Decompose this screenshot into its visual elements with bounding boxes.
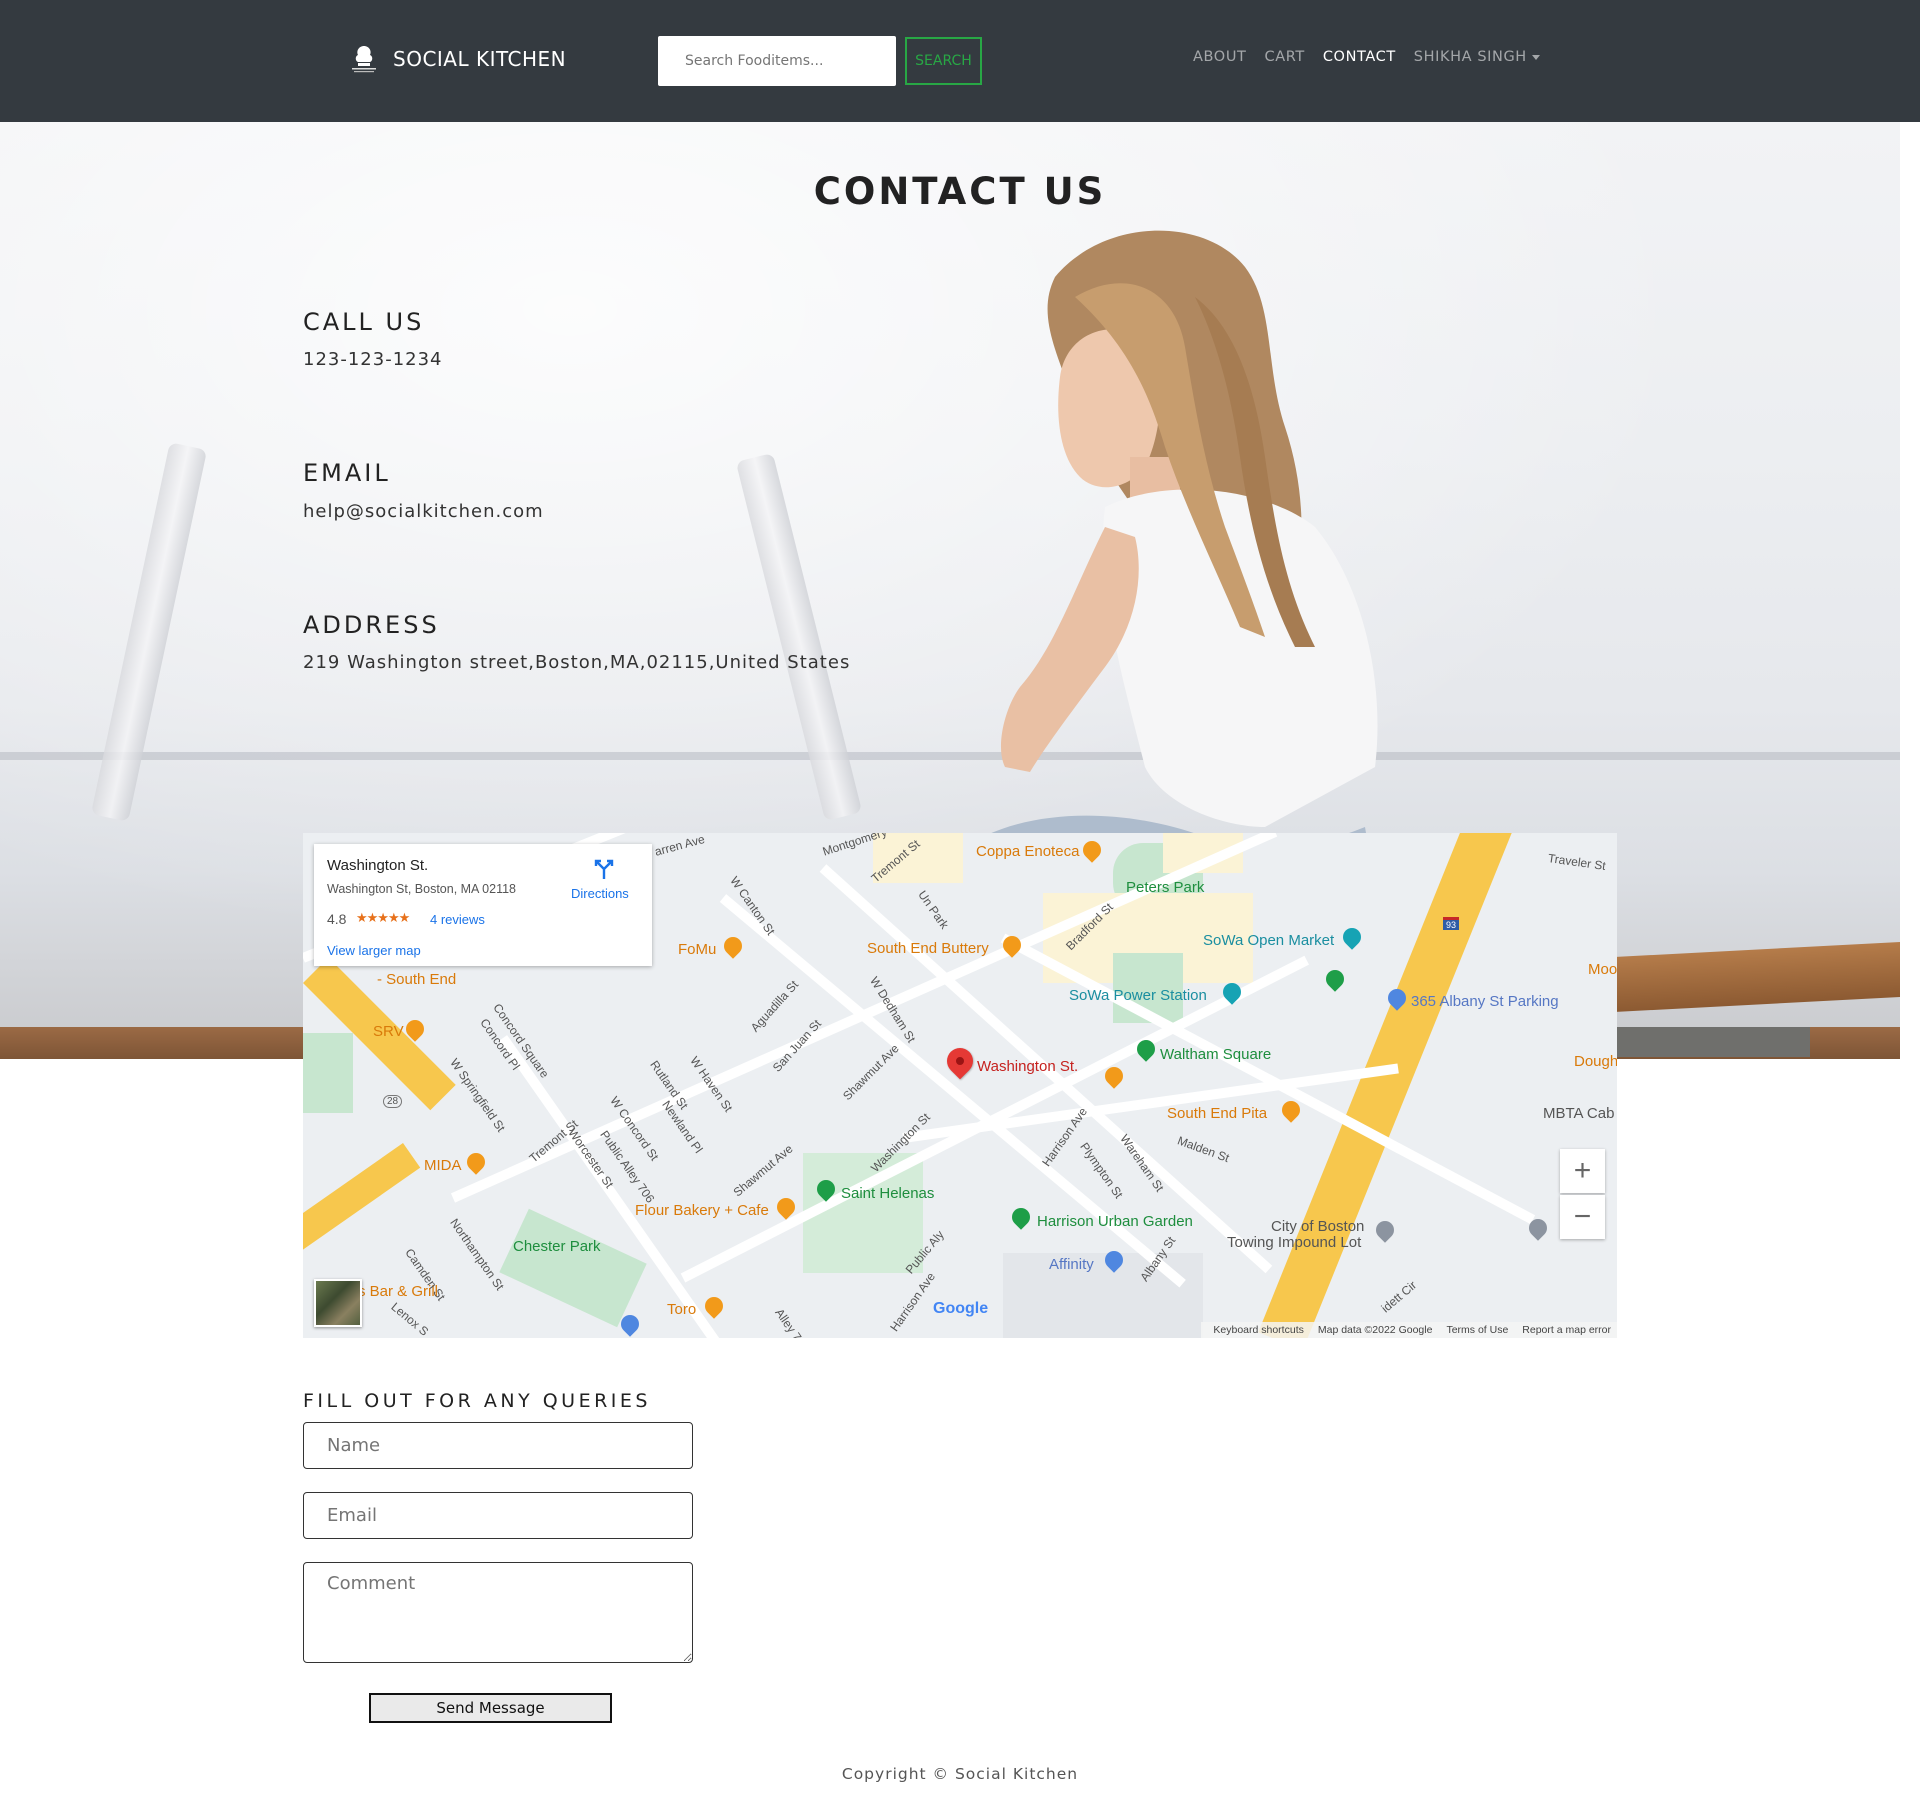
zoom-out-button[interactable]: − xyxy=(1560,1195,1605,1239)
map-label-sowa-power[interactable]: SoWa Power Station xyxy=(1069,987,1207,1004)
map-label-albany[interactable]: 365 Albany St Parking xyxy=(1411,993,1559,1010)
map-label-peters[interactable]: Peters Park xyxy=(1126,879,1204,896)
map-label-saint-helenas[interactable]: Saint Helenas xyxy=(841,1185,934,1202)
garden-pin-icon[interactable] xyxy=(1008,1204,1034,1230)
map-label-mbta[interactable]: MBTA Cab xyxy=(1543,1105,1614,1122)
nav-about[interactable]: ABOUT xyxy=(1193,49,1247,65)
restaurant-pin-icon[interactable] xyxy=(1079,837,1105,863)
name-field[interactable] xyxy=(303,1422,693,1469)
street-label: W Springfield St xyxy=(447,1055,509,1135)
place-name: Washington St. xyxy=(327,857,429,874)
send-message-button[interactable]: Send Message xyxy=(369,1693,612,1723)
restaurant-pin-icon[interactable] xyxy=(463,1149,489,1175)
street-label: Traveler St xyxy=(1547,851,1607,874)
terms-link[interactable]: Terms of Use xyxy=(1446,1324,1508,1336)
user-name: SHIKHA SINGH xyxy=(1413,49,1527,65)
brand-name: SOCIAL KITCHEN xyxy=(393,47,567,71)
map-label-coppa[interactable]: Coppa Enoteca xyxy=(976,843,1079,860)
street-label: Aguadilla St xyxy=(747,977,802,1035)
map-label-srv[interactable]: SRV xyxy=(373,1023,404,1040)
google-logo: Google xyxy=(933,1300,989,1317)
user-menu-toggle[interactable]: SHIKHA SINGH xyxy=(1414,49,1540,65)
embedded-map[interactable]: Coppa Enoteca Peters Park SoWa Open Mark… xyxy=(303,833,1617,1338)
view-larger-map-link[interactable]: View larger map xyxy=(327,943,421,958)
street-label: Un Park xyxy=(915,887,952,932)
nav-cart[interactable]: CART xyxy=(1265,49,1305,65)
street-label: Northampton St xyxy=(447,1215,507,1293)
map-label-affinity[interactable]: Affinity xyxy=(1049,1256,1094,1273)
rating-stars-icon: ★★★★★ xyxy=(356,910,410,925)
map-label-chester[interactable]: Chester Park xyxy=(513,1238,601,1255)
address-label: ADDRESS xyxy=(303,611,440,639)
keyboard-shortcuts-link[interactable]: Keyboard shortcuts xyxy=(1213,1324,1303,1336)
park-pin-icon[interactable] xyxy=(1322,966,1348,992)
page-title: CONTACT US xyxy=(813,170,1107,213)
place-address: Washington St, Boston, MA 02118 xyxy=(327,882,517,896)
map-data-credit: Map data ©2022 Google xyxy=(1317,1324,1433,1336)
street-label: arren Ave xyxy=(653,833,707,859)
map-label-towing[interactable]: Towing Impound Lot xyxy=(1227,1234,1361,1251)
street-label: Shawmut Ave xyxy=(730,1141,796,1200)
caret-down-icon xyxy=(1531,54,1540,60)
brand[interactable]: SOCIAL KITCHEN xyxy=(347,42,566,76)
street-label: Malden St xyxy=(1175,1133,1232,1166)
comment-field[interactable] xyxy=(303,1562,693,1663)
map-label-south-end[interactable]: - South End xyxy=(377,971,456,988)
pin-label[interactable]: Washington St. xyxy=(977,1058,1078,1075)
navbar: SOCIAL KITCHEN SEARCH ABOUT CART CONTACT… xyxy=(0,0,1920,122)
zoom-in-button[interactable]: + xyxy=(1560,1149,1605,1193)
street-label: Lenox S xyxy=(388,1299,432,1338)
search-button[interactable]: SEARCH xyxy=(905,37,982,85)
street-label: Harrison Ave xyxy=(887,1269,939,1335)
map-label-fomu[interactable]: FoMu xyxy=(678,941,716,958)
interstate-shield: 93 xyxy=(1443,917,1460,930)
reviews-link[interactable]: 4 reviews xyxy=(430,912,485,927)
map-label-waltham[interactable]: Waltham Square xyxy=(1160,1046,1271,1063)
street-label: Plympton St xyxy=(1077,1139,1126,1202)
nav-contact[interactable]: CONTACT xyxy=(1323,49,1396,65)
restaurant-pin-icon[interactable] xyxy=(720,933,746,959)
map-label-dough[interactable]: Dough xyxy=(1574,1053,1617,1070)
street-label: Alley 72 xyxy=(772,1305,809,1338)
map-label-pita[interactable]: South End Pita xyxy=(1167,1105,1267,1122)
form-heading: FILL OUT FOR ANY QUERIES xyxy=(303,1390,651,1412)
government-pin-icon[interactable] xyxy=(1372,1217,1398,1243)
restaurant-pin-icon[interactable] xyxy=(701,1293,727,1319)
email-field[interactable] xyxy=(303,1492,693,1539)
map-label-mida[interactable]: MIDA xyxy=(424,1157,462,1174)
street-label: Shawmut Ave xyxy=(840,1041,902,1103)
map-label-harrison-garden[interactable]: Harrison Urban Garden xyxy=(1037,1213,1193,1230)
address-value: 219 Washington street,Boston,MA,02115,Un… xyxy=(303,652,851,673)
shop-pin-icon[interactable] xyxy=(1339,924,1365,950)
map-label-city-boston[interactable]: City of Boston xyxy=(1271,1218,1364,1235)
place-rating: 4.8 xyxy=(327,911,347,927)
map-label-moo[interactable]: Moo xyxy=(1588,961,1617,978)
footer-copyright: Copyright © Social Kitchen xyxy=(841,1765,1079,1783)
map-label-toro[interactable]: Toro xyxy=(667,1301,696,1318)
chef-hat-logo-icon xyxy=(352,46,376,73)
street-label: idett Cir xyxy=(1378,1278,1420,1316)
call-value: 123-123-1234 xyxy=(303,349,443,370)
location-pin-icon[interactable] xyxy=(941,1042,979,1080)
map-label-flour[interactable]: Flour Bakery + Cafe xyxy=(635,1202,769,1219)
search-input[interactable] xyxy=(658,36,896,86)
email-label: EMAIL xyxy=(303,459,391,487)
map-attribution: Keyboard shortcuts Map data ©2022 Google… xyxy=(1201,1322,1617,1338)
place-info-card: Washington St. Washington St, Boston, MA… xyxy=(314,844,652,966)
nav-links: ABOUT CART CONTACT SHIKHA SINGH xyxy=(1193,49,1540,65)
email-value: help@socialkitchen.com xyxy=(303,501,544,522)
map-label-buttery[interactable]: South End Buttery xyxy=(867,940,989,957)
street-label: San Juan St xyxy=(769,1016,824,1075)
map-label-sowa-market[interactable]: SoWa Open Market xyxy=(1203,932,1334,949)
directions-link[interactable]: Directions xyxy=(571,886,629,901)
satellite-toggle[interactable] xyxy=(314,1279,362,1327)
route-shield: 28 xyxy=(383,1095,403,1108)
directions-icon[interactable] xyxy=(593,858,615,880)
report-error-link[interactable]: Report a map error xyxy=(1522,1324,1611,1336)
call-label: CALL US xyxy=(303,308,425,336)
